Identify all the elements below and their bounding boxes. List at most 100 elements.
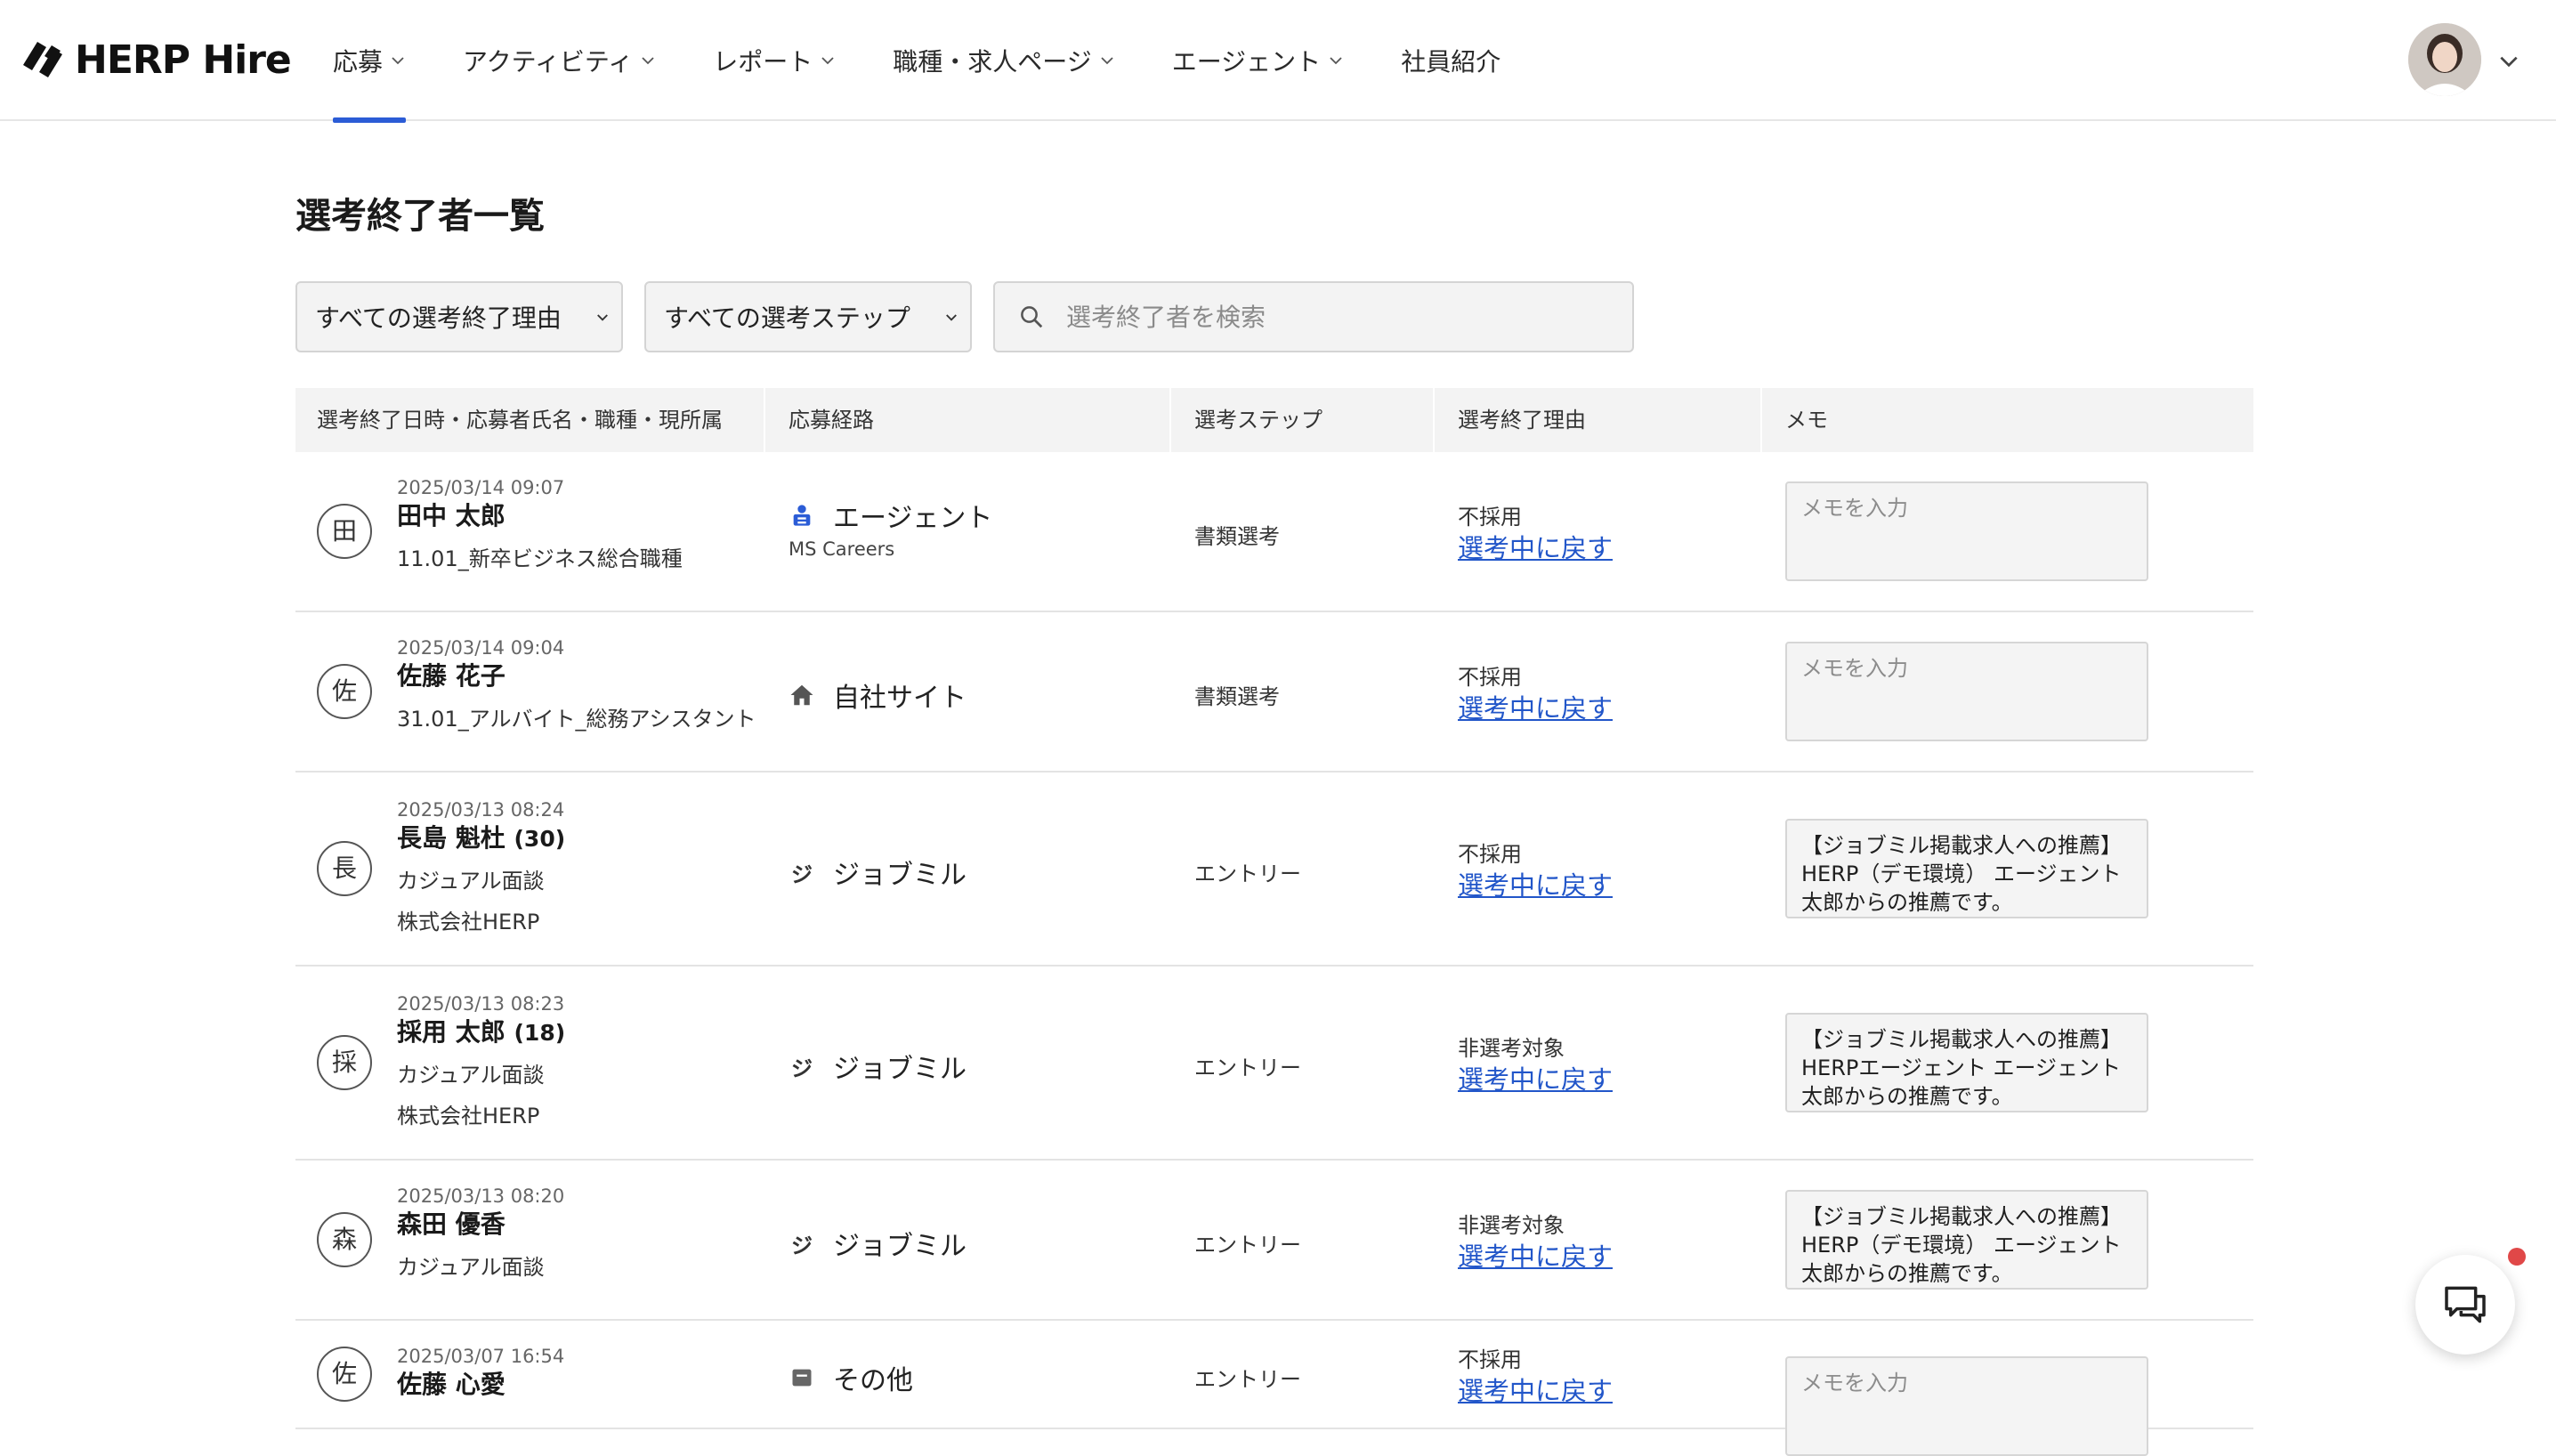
chevron-down-icon bbox=[1330, 57, 1342, 65]
return-to-selection-link[interactable]: 選考中に戻す bbox=[1458, 528, 1613, 565]
memo-field[interactable]: 【ジョブミル掲載求人への推薦】HERP（デモ環境） エージェント 太郎からの推薦… bbox=[1785, 1190, 2148, 1290]
applicant-name-text: 採用 太郎 bbox=[397, 1017, 506, 1047]
termination-reason: 不採用 bbox=[1458, 842, 1522, 867]
user-menu-chevron-down-icon[interactable] bbox=[2497, 50, 2520, 73]
terminated-date: 2025/03/13 08:23 bbox=[397, 993, 565, 1015]
termination-reason: 不採用 bbox=[1458, 505, 1522, 530]
return-to-selection-link[interactable]: 選考中に戻す bbox=[1458, 865, 1613, 902]
memo-field[interactable]: 【ジョブミル掲載求人への推薦】HERP（デモ環境） エージェント 太郎からの推薦… bbox=[1785, 819, 2148, 918]
application-route: エージェント bbox=[789, 496, 992, 535]
nav-item-reports[interactable]: レポート bbox=[713, 0, 836, 121]
current-company: 株式会社HERP bbox=[397, 1104, 540, 1128]
memo-field[interactable]: 【ジョブミル掲載求人への推薦】HERPエージェント エージェント 太郎からの推薦… bbox=[1785, 1013, 2148, 1112]
header-applicant: 選考終了日時・応募者氏名・職種・現所属 bbox=[295, 388, 765, 452]
applicant-name[interactable]: 森田 優香 bbox=[397, 1205, 506, 1241]
chevron-down-icon bbox=[597, 314, 608, 321]
header-step: 選考ステップ bbox=[1173, 388, 1435, 452]
agent-icon bbox=[793, 505, 811, 526]
applicant-name-text: 田中 太郎 bbox=[397, 501, 506, 530]
applicant-name[interactable]: 佐藤 花子 bbox=[397, 657, 506, 692]
applicant-initial-avatar: 佐 bbox=[317, 664, 372, 719]
return-to-selection-link[interactable]: 選考中に戻す bbox=[1458, 1059, 1613, 1096]
other-icon bbox=[792, 1369, 812, 1387]
application-route: 自社サイト bbox=[789, 675, 967, 715]
nav-item-referral[interactable]: 社員紹介 bbox=[1401, 0, 1500, 121]
selection-step: エントリー bbox=[1194, 1367, 1301, 1392]
selection-step: エントリー bbox=[1194, 1056, 1301, 1080]
applicant-name[interactable]: 長島 魁杜 (30) bbox=[397, 819, 565, 854]
table-row[interactable]: 森 2025/03/13 08:20 森田 優香 カジュアル面談 ジジョブミル エントリー… bbox=[295, 1161, 2253, 1321]
applicant-name-text: 長島 魁杜 bbox=[397, 823, 506, 853]
job-title: 31.01_アルバイト_総務アシスタント bbox=[397, 707, 756, 732]
header-reason: 選考終了理由 bbox=[1436, 388, 1762, 452]
chevron-down-icon bbox=[392, 57, 404, 65]
jobmill-icon: ジ bbox=[791, 861, 813, 887]
home-icon bbox=[790, 684, 813, 706]
reason-filter-select[interactable]: すべての選考終了理由 bbox=[295, 281, 623, 352]
memo-field[interactable]: メモを入力 bbox=[1785, 642, 2148, 741]
nav-item-applications[interactable]: 応募 bbox=[333, 0, 407, 123]
terminated-date: 2025/03/13 08:24 bbox=[397, 799, 565, 821]
termination-reason: 非選考対象 bbox=[1458, 1036, 1565, 1061]
applicant-initial-avatar: 田 bbox=[317, 504, 372, 559]
applicant-initial-avatar: 森 bbox=[317, 1212, 372, 1267]
notification-dot bbox=[2508, 1248, 2526, 1266]
route-label: その他 bbox=[833, 1365, 913, 1396]
step-filter-select[interactable]: すべての選考ステップ bbox=[644, 281, 972, 352]
job-title: カジュアル面談 bbox=[397, 1063, 545, 1088]
chevron-down-icon bbox=[946, 314, 957, 321]
user-avatar[interactable] bbox=[2408, 23, 2481, 96]
memo-field[interactable]: メモを入力 bbox=[1785, 1356, 2148, 1456]
route-icon bbox=[789, 1364, 815, 1391]
search-input[interactable] bbox=[1064, 301, 1602, 333]
nav-item-agents[interactable]: エージェント bbox=[1172, 0, 1344, 121]
route-label: ジョブミル bbox=[833, 1054, 967, 1085]
termination-reason: 不採用 bbox=[1458, 665, 1522, 690]
route-label: 自社サイト bbox=[833, 683, 967, 714]
application-route: ジジョブミル bbox=[789, 853, 967, 892]
applicant-name[interactable]: 佐藤 心愛 bbox=[397, 1365, 506, 1401]
herp-hire-logo[interactable]: HERP Hire bbox=[21, 36, 292, 84]
applicant-name-text: 佐藤 心愛 bbox=[397, 1370, 506, 1399]
step-filter-value: すべての選考ステップ bbox=[664, 303, 910, 333]
table-row[interactable]: 田 2025/03/14 09:07 田中 太郎 11.01_新卒ビジネス総合職種 エー… bbox=[295, 452, 2253, 612]
termination-reason: 不採用 bbox=[1458, 1347, 1522, 1372]
nav-item-activity[interactable]: アクティビティ bbox=[463, 0, 656, 121]
selection-step: 書類選考 bbox=[1194, 684, 1280, 709]
search-box bbox=[993, 281, 1634, 352]
avatar-image bbox=[2408, 23, 2481, 96]
route-label: ジョブミル bbox=[833, 1231, 967, 1262]
return-to-selection-link[interactable]: 選考中に戻す bbox=[1458, 1371, 1613, 1408]
nav-item-label: レポート bbox=[713, 47, 813, 77]
chat-support-button[interactable] bbox=[2415, 1255, 2515, 1355]
nav-item-jobs[interactable]: 職種・求人ページ bbox=[893, 0, 1114, 121]
jobmill-icon: ジ bbox=[791, 1056, 813, 1081]
search-icon bbox=[1021, 306, 1043, 328]
reason-filter-value: すべての選考終了理由 bbox=[315, 303, 562, 333]
return-to-selection-link[interactable]: 選考中に戻す bbox=[1458, 1236, 1613, 1274]
applicant-name-text: 佐藤 花子 bbox=[397, 661, 506, 691]
applicant-name[interactable]: 田中 太郎 bbox=[397, 497, 506, 532]
terminated-date: 2025/03/14 09:07 bbox=[397, 477, 565, 498]
table-row[interactable]: 採 2025/03/13 08:23 採用 太郎 (18) カジュアル面談 株式会社HE… bbox=[295, 967, 2253, 1161]
logo-text: HERP Hire bbox=[75, 36, 292, 83]
application-route: ジジョブミル bbox=[789, 1047, 967, 1086]
terminated-date: 2025/03/14 09:04 bbox=[397, 637, 565, 659]
nav-item-label: エージェント bbox=[1171, 47, 1322, 77]
applicant-name-text: 森田 優香 bbox=[397, 1209, 506, 1239]
nav-item-label: 社員紹介 bbox=[1401, 47, 1501, 77]
applicant-name[interactable]: 採用 太郎 (18) bbox=[397, 1013, 565, 1048]
terminated-date: 2025/03/07 16:54 bbox=[397, 1346, 565, 1367]
return-to-selection-link[interactable]: 選考中に戻す bbox=[1458, 688, 1613, 725]
selection-step: エントリー bbox=[1194, 861, 1301, 886]
table-row[interactable]: 佐 2025/03/07 16:54 佐藤 心愛 その他 エントリー 不採用 選考中に戻す メ… bbox=[295, 1321, 2253, 1456]
terminated-applicants-table: 選考終了日時・応募者氏名・職種・現所属 応募経路 選考ステップ 選考終了理由 メ… bbox=[295, 388, 2253, 1456]
memo-field[interactable]: メモを入力 bbox=[1785, 481, 2148, 581]
header-route: 応募経路 bbox=[767, 388, 1171, 452]
table-row[interactable]: 長 2025/03/13 08:24 長島 魁杜 (30) カジュアル面談 株式会社HE… bbox=[295, 772, 2253, 967]
table-header: 選考終了日時・応募者氏名・職種・現所属 応募経路 選考ステップ 選考終了理由 メ… bbox=[295, 388, 2253, 452]
applicant-initial-avatar: 採 bbox=[317, 1035, 372, 1090]
table-row[interactable]: 佐 2025/03/14 09:04 佐藤 花子 31.01_アルバイト_総務アシスタ… bbox=[295, 612, 2253, 772]
herp-logo-icon bbox=[23, 42, 62, 77]
applicant-age: (18) bbox=[514, 1020, 566, 1046]
